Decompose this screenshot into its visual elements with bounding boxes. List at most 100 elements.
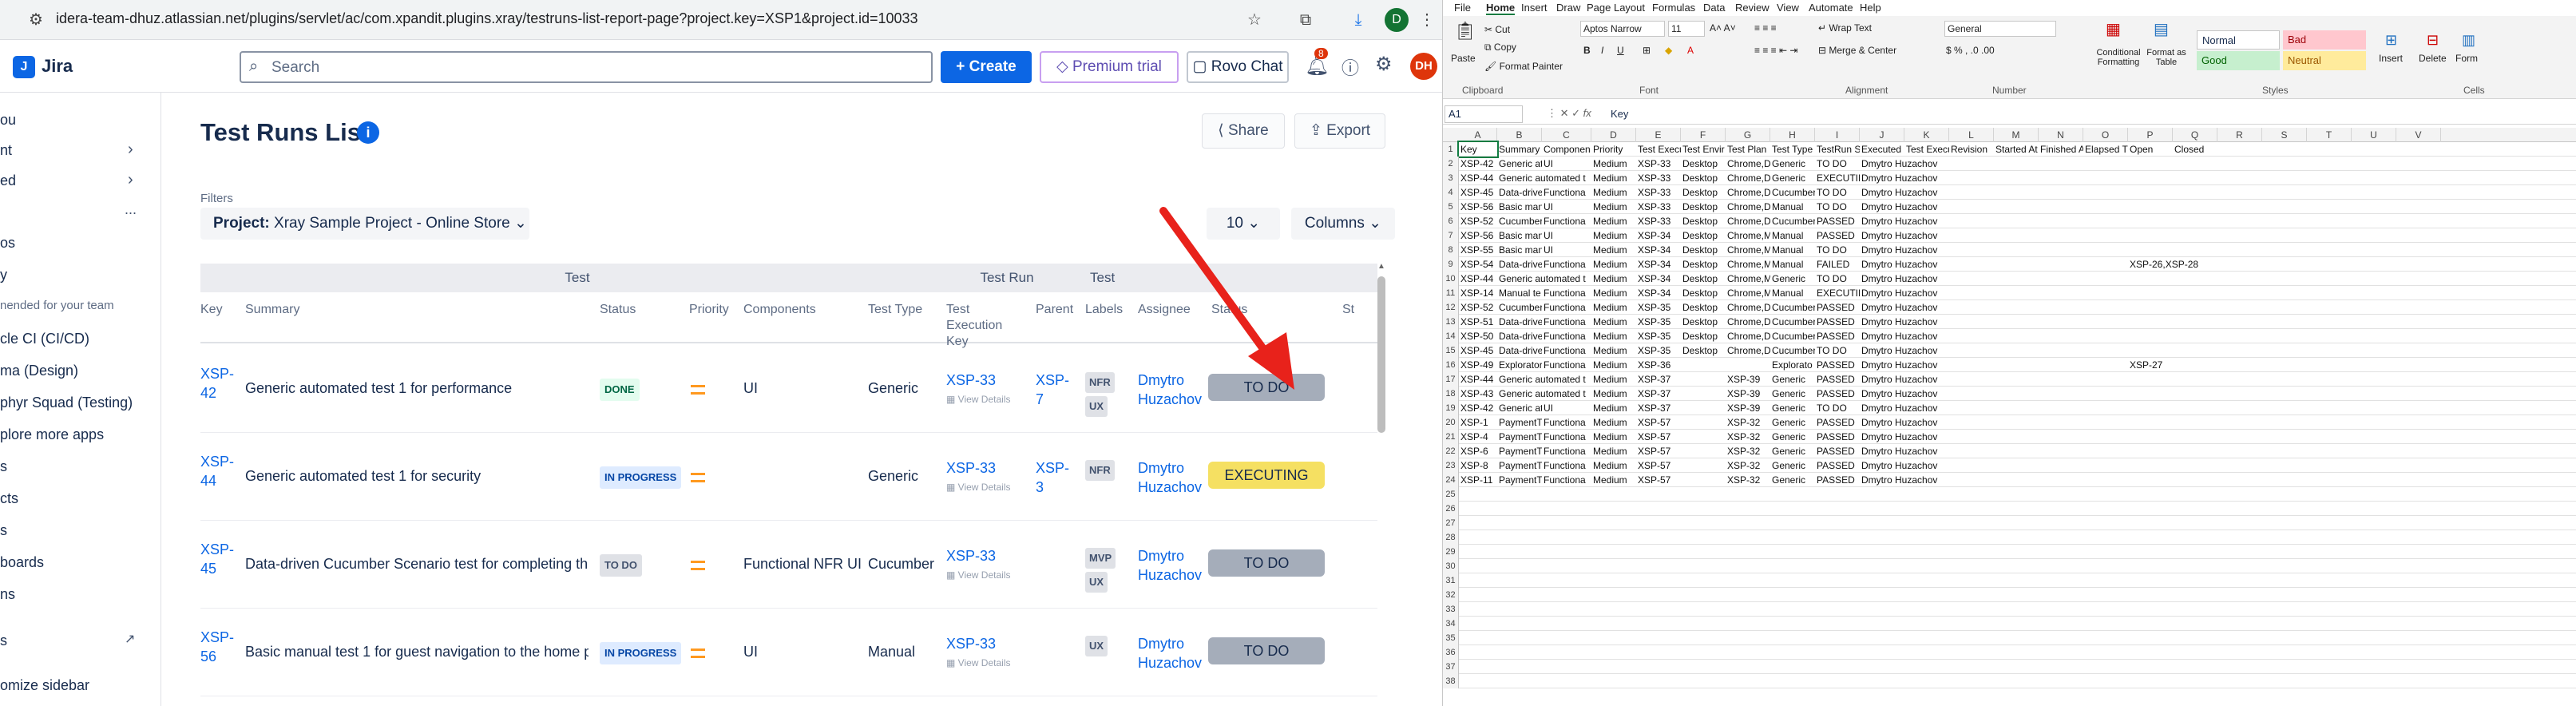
grid-cell[interactable]: Closed <box>2173 142 2307 157</box>
extensions-icon[interactable]: ⧉ <box>1294 8 1318 32</box>
column-header[interactable]: S <box>2262 128 2307 142</box>
row-number[interactable]: 4 <box>1443 185 1459 200</box>
column-header[interactable]: H <box>1770 128 1815 142</box>
grid-cell[interactable]: PASSED <box>1815 458 1860 473</box>
grid-cell[interactable]: Functiona <box>1542 343 1591 358</box>
grid-cell[interactable]: XSP-37 <box>1636 372 1726 387</box>
grid-cell[interactable]: PaymentT <box>1497 444 1542 458</box>
app-name[interactable]: Jira <box>42 56 73 77</box>
delete-cells-label[interactable]: Delete <box>2419 53 2447 64</box>
jira-logo-icon[interactable]: J <box>13 56 35 78</box>
row-number[interactable]: 20 <box>1443 415 1459 430</box>
row-number[interactable]: 19 <box>1443 401 1459 415</box>
row-number[interactable]: 38 <box>1443 674 1459 688</box>
grid-cell[interactable]: Desktop <box>1681 185 1726 200</box>
column-header[interactable]: L <box>1949 128 1994 142</box>
row-number[interactable]: 15 <box>1443 343 1459 358</box>
grid-cell[interactable]: Desktop <box>1681 171 1726 185</box>
sidebar-item[interactable]: ou <box>0 112 16 129</box>
grid-cell[interactable]: Generic <box>1770 415 1815 430</box>
grid-cell[interactable]: Cucumber <box>1770 185 1815 200</box>
ribbon-tab[interactable]: Home <box>1486 2 1516 15</box>
grid-cell[interactable]: XSP-54 <box>1459 257 1497 272</box>
grid-cell[interactable]: Generic at <box>1497 401 1542 415</box>
grid-cell[interactable]: Priority <box>1591 142 1636 157</box>
grid-cell[interactable]: Medium <box>1591 401 1636 415</box>
copy-label[interactable]: ⧉ Copy <box>1484 42 1516 54</box>
row-number[interactable]: 7 <box>1443 228 1459 243</box>
sidebar-item[interactable]: ns <box>0 586 15 603</box>
grid-cell[interactable]: XSP-33 <box>1636 185 1681 200</box>
col-test-execution-key[interactable]: Test Execution Key <box>946 292 1026 348</box>
column-header[interactable]: O <box>2083 128 2128 142</box>
style-good[interactable]: Good <box>2197 51 2280 70</box>
merge-center-button[interactable]: ⊟ Merge & Center <box>1818 45 1896 56</box>
grid-cell[interactable]: Chrome,De <box>1726 343 1770 358</box>
row-number[interactable]: 28 <box>1443 530 1459 545</box>
grid-cell[interactable]: Chrome,De <box>1726 329 1770 343</box>
grid-cell[interactable]: Chrome,De <box>1726 214 1770 228</box>
grid-cell[interactable]: XSP-32 <box>1726 430 1770 444</box>
grid-cell[interactable]: Functiona <box>1542 214 1591 228</box>
grid-cell[interactable]: Medium <box>1591 444 1636 458</box>
grid-cell[interactable]: TO DO <box>1815 200 1860 214</box>
grid-cell[interactable]: XSP-34 <box>1636 272 1681 286</box>
label-chip[interactable]: UX <box>1085 636 1108 656</box>
grid-cell[interactable]: Data-drive <box>1497 185 1542 200</box>
sidebar-item[interactable]: s <box>0 458 7 475</box>
grid-cell[interactable]: Generic <box>1770 157 1815 171</box>
grid-cell[interactable]: Cucumber <box>1770 214 1815 228</box>
grid-cell[interactable]: Dmytro Huzachov <box>1860 300 2217 315</box>
grid-cell[interactable]: XSP-57 <box>1636 430 1726 444</box>
sidebar-item[interactable]: nt <box>0 142 12 159</box>
row-number[interactable]: 6 <box>1443 214 1459 228</box>
col-test-type[interactable]: Test Type <box>868 292 948 343</box>
format-cells-label[interactable]: Form <box>2455 53 2478 64</box>
test-key-link[interactable]: XSP-42 <box>200 364 240 403</box>
grid-cell[interactable]: Explorato <box>1770 358 1815 372</box>
grid-cell[interactable]: Desktop <box>1681 257 1726 272</box>
grid-cell[interactable]: TO DO <box>1815 243 1860 257</box>
grid-cell[interactable]: PASSED <box>1815 415 1860 430</box>
premium-trial-button[interactable]: ◇ Premium trial <box>1040 51 1179 83</box>
grid-cell[interactable]: Dmytro Huzachov <box>1860 243 2217 257</box>
ribbon-tab[interactable]: Page Layout <box>1587 2 1645 14</box>
grid-cell[interactable]: Executed E <box>1860 142 1904 157</box>
grid-cell[interactable]: Dmytro Huzachov <box>1860 214 2217 228</box>
row-number[interactable]: 14 <box>1443 329 1459 343</box>
grid-cell[interactable]: Medium <box>1591 300 1636 315</box>
row-number[interactable]: 27 <box>1443 516 1459 530</box>
grid-cell[interactable]: FAILED <box>1815 257 1860 272</box>
grid-cell[interactable]: XSP-44 <box>1459 272 1497 286</box>
assignee-link[interactable]: Dmytro Huzachov <box>1138 634 1202 672</box>
ribbon-tab[interactable]: Data <box>1703 2 1725 14</box>
run-status-button[interactable]: EXECUTING <box>1208 462 1325 489</box>
grid-cell[interactable]: Dmytro Huzachov <box>1860 415 2217 430</box>
view-details-link[interactable]: ▦ View Details <box>946 653 1010 672</box>
grid-cell[interactable]: XSP-52 <box>1459 214 1497 228</box>
grid-cell[interactable]: XSP-32 <box>1726 473 1770 487</box>
grid-cell[interactable]: Started At <box>1994 142 2039 157</box>
test-summary[interactable]: Generic automated test 1 for security <box>245 466 589 486</box>
grid-cell[interactable]: Chrome,Mo <box>1726 286 1770 300</box>
grid-cell[interactable]: Data-drive <box>1497 343 1542 358</box>
grid-cell[interactable]: PaymentT <box>1497 458 1542 473</box>
rovo-chat-button[interactable]: ▢ Rovo Chat <box>1187 51 1289 83</box>
grid-cell[interactable]: Chrome,De <box>1726 185 1770 200</box>
grid-cell[interactable]: XSP-44 <box>1459 171 1497 185</box>
grid-cell[interactable]: Generic automated t <box>1497 372 1591 387</box>
grid-cell[interactable]: Medium <box>1591 387 1636 401</box>
grid-cell[interactable]: XSP-33 <box>1636 157 1681 171</box>
grid-cell[interactable]: Componen <box>1542 142 1591 157</box>
row-number[interactable]: 24 <box>1443 473 1459 487</box>
sidebar-item[interactable]: y <box>0 267 7 284</box>
font-color-icon[interactable]: A <box>1687 45 1694 56</box>
grid-cell[interactable]: Generic <box>1770 372 1815 387</box>
grid-cell[interactable]: XSP-45 <box>1459 185 1497 200</box>
grid-cell[interactable]: TestRun St <box>1815 142 1860 157</box>
row-number[interactable]: 13 <box>1443 315 1459 329</box>
test-execution-key-link[interactable]: XSP-33 <box>946 371 996 390</box>
grid-cell[interactable]: Medium <box>1591 458 1636 473</box>
grid-cell[interactable]: Functiona <box>1542 329 1591 343</box>
grid-cell[interactable]: Revision <box>1949 142 1994 157</box>
